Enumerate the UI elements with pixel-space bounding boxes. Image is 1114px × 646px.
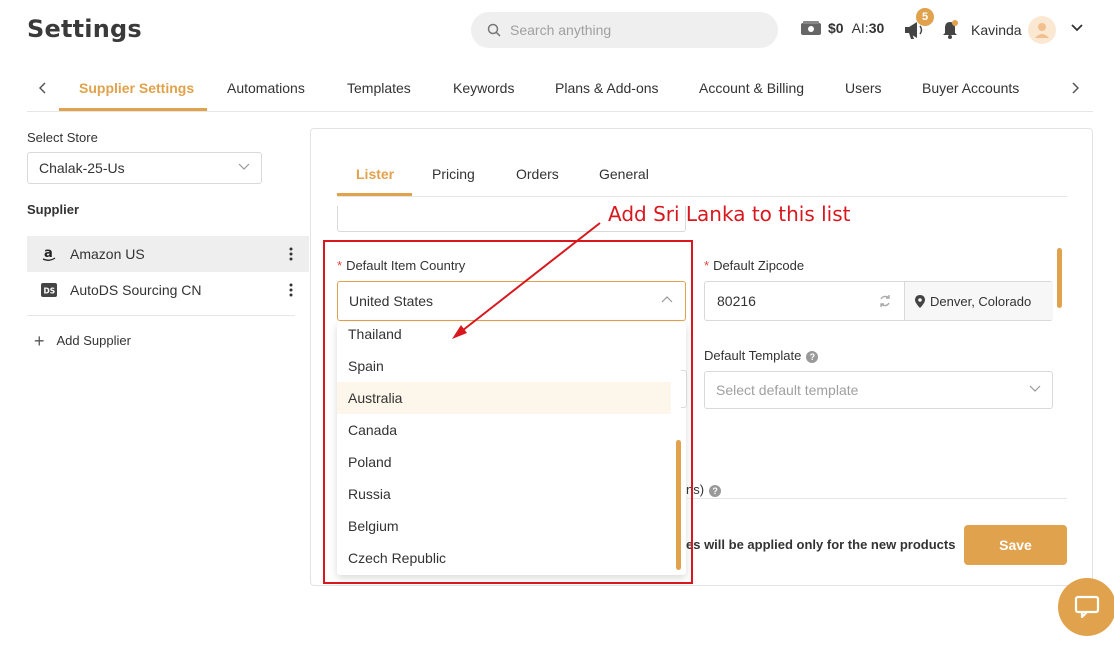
- country-value: United States: [349, 293, 434, 309]
- ai-value: 30: [868, 20, 885, 36]
- partial-input-field[interactable]: [681, 370, 687, 408]
- supplier-label: Supplier: [27, 202, 80, 217]
- lister-subtabs: Lister Pricing Orders General: [337, 156, 1067, 197]
- save-button[interactable]: Save: [964, 525, 1067, 565]
- bell-icon[interactable]: [941, 20, 959, 40]
- help-icon[interactable]: ?: [806, 350, 819, 363]
- partial-field-label: ns)?: [686, 482, 722, 497]
- tab-users[interactable]: Users: [845, 80, 882, 96]
- chevron-down-icon[interactable]: [1071, 24, 1083, 32]
- help-icon[interactable]: ?: [709, 484, 722, 497]
- required-marker: *: [337, 258, 343, 273]
- annotation-text: Add Sri Lanka to this list: [608, 202, 851, 226]
- supplier-item-autods-sourcing-cn[interactable]: DS AutoDS Sourcing CN: [27, 272, 309, 308]
- country-option-canada[interactable]: Canada: [337, 414, 671, 446]
- plus-icon: +: [34, 330, 45, 351]
- country-option-poland[interactable]: Poland: [337, 446, 671, 478]
- country-option-spain[interactable]: Spain: [337, 350, 671, 382]
- svg-text:DS: DS: [44, 287, 56, 296]
- chevron-down-icon: [1029, 385, 1041, 392]
- divider: [686, 498, 1067, 499]
- balance-value: $0: [828, 20, 844, 36]
- credits-display[interactable]: $0 AI: 30: [800, 20, 884, 36]
- panel-scrollbar[interactable]: [1057, 248, 1062, 308]
- add-supplier-button[interactable]: + Add Supplier: [34, 330, 131, 351]
- subtab-general[interactable]: General: [599, 166, 649, 182]
- add-supplier-label: Add Supplier: [56, 333, 131, 348]
- tab-plans-addons[interactable]: Plans & Add-ons: [555, 80, 659, 96]
- country-option-thailand[interactable]: Thailand: [337, 322, 671, 350]
- cash-icon: [801, 21, 821, 35]
- template-select[interactable]: Select default template: [704, 371, 1053, 409]
- user-avatar-icon: [1035, 23, 1049, 38]
- chevron-up-icon: [661, 296, 673, 303]
- page-title: Settings: [27, 15, 142, 43]
- new-products-notice: es will be applied only for the new prod…: [686, 537, 956, 552]
- kebab-menu-icon[interactable]: [289, 283, 293, 297]
- zipcode-value: 80216: [717, 293, 756, 309]
- subtab-pricing[interactable]: Pricing: [432, 166, 475, 182]
- template-field-label: Default Template?: [704, 348, 819, 363]
- active-tab-indicator: [59, 108, 207, 111]
- notification-badge: 5: [916, 8, 934, 26]
- chat-button[interactable]: [1058, 578, 1114, 636]
- amazon-logo-icon: a: [41, 246, 57, 262]
- tab-automations[interactable]: Automations: [227, 80, 305, 96]
- country-option-czech-republic[interactable]: Czech Republic: [337, 542, 671, 574]
- tab-templates[interactable]: Templates: [347, 80, 411, 96]
- search-icon: [487, 23, 501, 37]
- user-name[interactable]: Kavinda: [971, 22, 1022, 38]
- supplier-name: AutoDS Sourcing CN: [70, 282, 202, 298]
- search-input[interactable]: [510, 22, 750, 38]
- chevron-down-icon: [238, 163, 250, 170]
- country-dropdown-list[interactable]: Thailand Spain Australia Canada Poland R…: [337, 322, 686, 575]
- search-bar[interactable]: [471, 12, 778, 48]
- country-option-australia[interactable]: Australia: [337, 382, 671, 414]
- settings-tabs: Supplier Settings Automations Templates …: [27, 64, 1093, 112]
- store-select[interactable]: Chalak-25-Us: [27, 152, 262, 184]
- location-pin-icon: [915, 294, 925, 308]
- country-select[interactable]: United States: [337, 281, 686, 321]
- country-option-belgium[interactable]: Belgium: [337, 510, 671, 542]
- autods-logo-icon: DS: [41, 282, 57, 298]
- country-field-label: * Default Item Country: [337, 258, 466, 273]
- ai-label: AI:: [851, 20, 869, 36]
- tab-supplier-settings[interactable]: Supplier Settings: [79, 80, 194, 96]
- active-subtab-indicator: [337, 193, 412, 196]
- chevron-left-icon[interactable]: [39, 82, 47, 94]
- avatar[interactable]: [1028, 16, 1056, 44]
- tab-account-billing[interactable]: Account & Billing: [699, 80, 804, 96]
- country-option-russia[interactable]: Russia: [337, 478, 671, 510]
- template-placeholder: Select default template: [716, 382, 859, 398]
- location-text: Denver, Colorado: [930, 293, 1032, 309]
- store-value: Chalak-25-Us: [39, 160, 125, 176]
- divider: [27, 315, 295, 316]
- dropdown-scrollbar[interactable]: [676, 440, 681, 570]
- svg-text:a: a: [44, 246, 53, 261]
- select-store-label: Select Store: [27, 130, 98, 145]
- zipcode-location: Denver, Colorado: [904, 282, 1053, 320]
- chat-icon: [1074, 595, 1100, 619]
- subtab-orders[interactable]: Orders: [516, 166, 559, 182]
- kebab-menu-icon[interactable]: [289, 247, 293, 261]
- subtab-lister[interactable]: Lister: [356, 166, 394, 182]
- zipcode-input[interactable]: 80216 Denver, Colorado: [704, 281, 1053, 321]
- required-marker: *: [704, 258, 710, 273]
- supplier-item-amazon-us[interactable]: a Amazon US: [27, 236, 309, 272]
- supplier-name: Amazon US: [70, 246, 145, 262]
- tab-buyer-accounts[interactable]: Buyer Accounts: [922, 80, 1019, 96]
- zipcode-field-label: * Default Zipcode: [704, 258, 805, 273]
- tab-keywords[interactable]: Keywords: [453, 80, 514, 96]
- chevron-right-icon[interactable]: [1071, 82, 1079, 94]
- refresh-icon[interactable]: [878, 293, 892, 309]
